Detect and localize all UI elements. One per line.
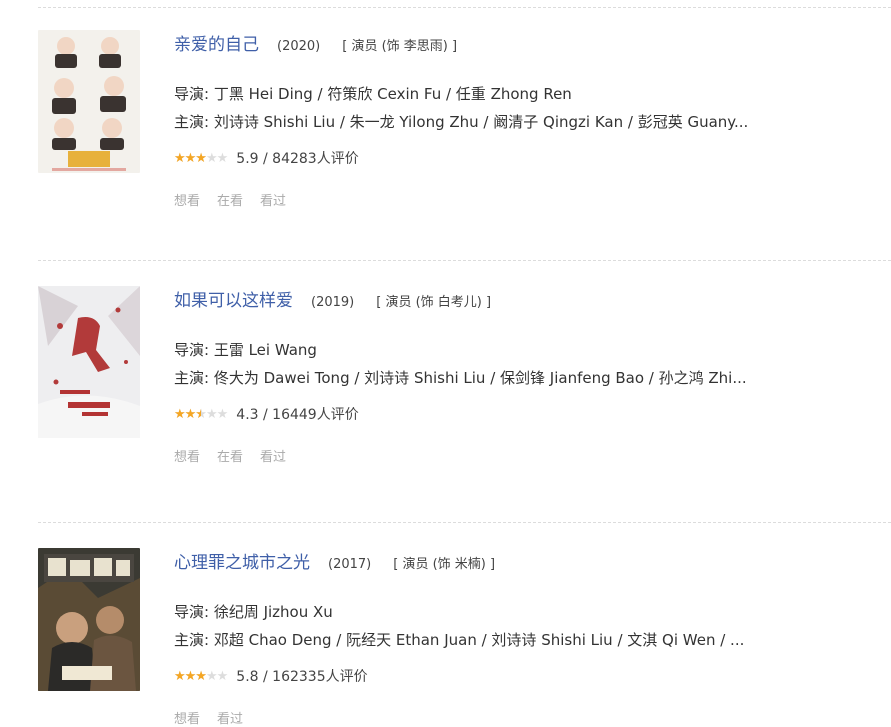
film-directors: 导演: 徐纪周 Jizhou Xu (174, 603, 333, 621)
film-role: [ 演员 (饰 白考儿) ] (376, 295, 492, 310)
title-line: 亲爱的自己 (2020) [ 演员 (饰 李思雨) ] (174, 30, 874, 58)
mark-buttons: 想看 在看 看过 (174, 190, 874, 209)
mark-want-button[interactable]: 想看 (174, 446, 200, 465)
mark-watched-button[interactable]: 看过 (260, 190, 286, 209)
mark-buttons: 想看 在看 看过 (174, 446, 874, 465)
star-rating-icon: ★★★★★★★★★★ (174, 406, 228, 422)
mark-want-button[interactable]: 想看 (174, 190, 200, 209)
film-directors: 导演: 丁黑 Hei Ding / 符策欣 Cexin Fu / 任重 Zhon… (174, 85, 572, 103)
film-role: [ 演员 (饰 米楠) ] (393, 557, 496, 572)
film-rating: ★★★★★★★★★★ 5.8 / 162335人评价 (174, 662, 874, 690)
star-rating-icon: ★★★★★★★★★★ (174, 668, 228, 684)
film-cast: 主演: 刘诗诗 Shishi Liu / 朱一龙 Yilong Zhu / 阚清… (174, 113, 749, 131)
film-cast: 主演: 邓超 Chao Deng / 阮经天 Ethan Juan / 刘诗诗 … (174, 631, 745, 649)
mark-watching-button[interactable]: 在看 (217, 446, 243, 465)
film-cast: 主演: 佟大为 Dawei Tong / 刘诗诗 Shishi Liu / 保剑… (174, 369, 747, 387)
film-poster[interactable] (38, 286, 140, 438)
rating-text: 5.9 / 84283人评价 (236, 151, 359, 167)
mark-watched-button[interactable]: 看过 (217, 708, 243, 727)
list-divider (38, 522, 891, 523)
star-rating-icon: ★★★★★★★★★★ (174, 150, 228, 166)
list-divider (38, 7, 891, 8)
film-title-link[interactable]: 心理罪之城市之光 (174, 548, 310, 573)
film-title-link[interactable]: 如果可以这样爱 (174, 286, 293, 311)
title-line: 心理罪之城市之光 (2017) [ 演员 (饰 米楠) ] (174, 548, 874, 576)
film-role: [ 演员 (饰 李思雨) ] (342, 39, 458, 54)
film-directors: 导演: 王雷 Lei Wang (174, 341, 317, 359)
list-divider (38, 260, 891, 261)
film-poster[interactable] (38, 30, 140, 173)
film-year: (2020) (277, 39, 321, 54)
film-year: (2019) (311, 295, 355, 310)
film-info: 如果可以这样爱 (2019) [ 演员 (饰 白考儿) ] 导演: 王雷 Lei… (174, 286, 874, 465)
mark-watched-button[interactable]: 看过 (260, 446, 286, 465)
mark-want-button[interactable]: 想看 (174, 708, 200, 727)
film-info: 心理罪之城市之光 (2017) [ 演员 (饰 米楠) ] 导演: 徐纪周 Ji… (174, 548, 874, 727)
rating-text: 4.3 / 16449人评价 (236, 407, 359, 423)
mark-buttons: 想看 看过 (174, 708, 874, 727)
rating-text: 5.8 / 162335人评价 (236, 669, 368, 685)
film-list: 亲爱的自己 (2020) [ 演员 (饰 李思雨) ] 导演: 丁黑 Hei D… (0, 0, 891, 727)
film-rating: ★★★★★★★★★★ 4.3 / 16449人评价 (174, 400, 874, 428)
title-line: 如果可以这样爱 (2019) [ 演员 (饰 白考儿) ] (174, 286, 874, 314)
film-info: 亲爱的自己 (2020) [ 演员 (饰 李思雨) ] 导演: 丁黑 Hei D… (174, 30, 874, 209)
film-rating: ★★★★★★★★★★ 5.9 / 84283人评价 (174, 144, 874, 172)
film-poster[interactable] (38, 548, 140, 691)
film-title-link[interactable]: 亲爱的自己 (174, 30, 259, 55)
mark-watching-button[interactable]: 在看 (217, 190, 243, 209)
film-year: (2017) (328, 557, 372, 572)
